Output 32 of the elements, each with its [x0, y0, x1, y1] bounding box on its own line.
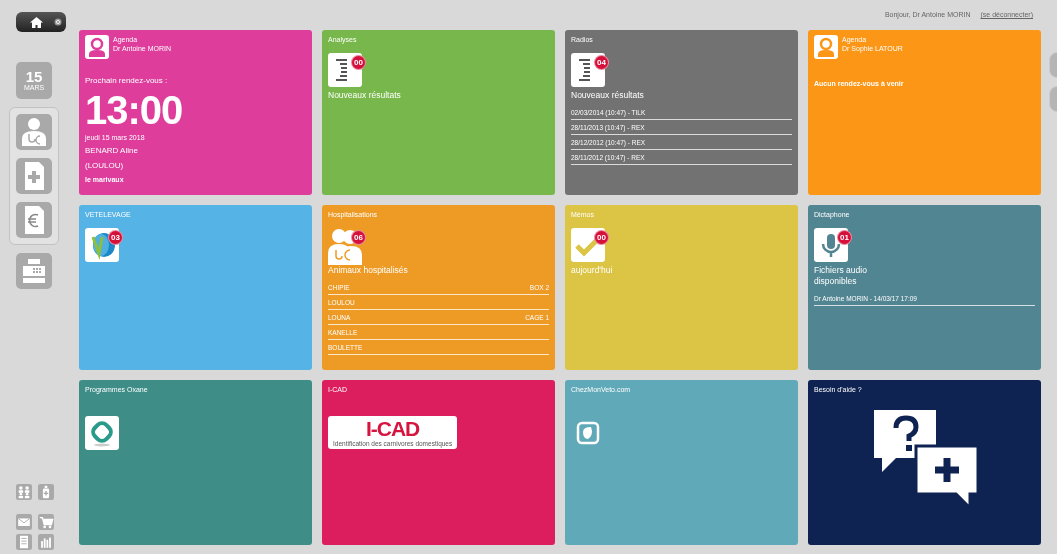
home-button[interactable]	[16, 12, 66, 32]
gear-icon[interactable]	[54, 18, 62, 26]
list-icon[interactable]	[16, 534, 32, 550]
tile-caption: Animaux hospitalisés	[328, 265, 408, 276]
swirl-logo-icon	[85, 228, 119, 262]
count-badge: 06	[351, 230, 366, 245]
checkmark-icon	[571, 228, 605, 262]
tile-caption: Nouveaux résultats	[571, 90, 644, 101]
bar-chart-icon[interactable]	[38, 534, 54, 550]
ring-logo-icon	[85, 416, 119, 450]
mail-icon[interactable]	[16, 514, 32, 530]
appointment-label: Prochain rendez-vous :	[85, 76, 168, 85]
tile-caption: Fichiers audio disponibles	[814, 265, 868, 287]
cash-register-icon[interactable]	[16, 253, 52, 289]
doctor-icon[interactable]	[16, 114, 52, 150]
bottle-icon[interactable]	[38, 484, 54, 500]
document-icon	[328, 53, 362, 87]
home-icon	[30, 16, 43, 28]
medical-document-icon[interactable]	[16, 158, 52, 194]
cart-icon[interactable]	[38, 514, 54, 530]
tile-caption: aujourd'hui	[571, 265, 613, 276]
client-name: BENARD Aline	[85, 145, 138, 156]
tile-caption: Nouveaux résultats	[328, 90, 401, 101]
person-icon	[85, 35, 109, 59]
animal-name: (LOULOU)	[85, 160, 124, 171]
people-icon[interactable]	[16, 484, 32, 500]
appointment-time: 13:00	[85, 89, 183, 131]
document-icon	[571, 53, 605, 87]
microphone-icon	[814, 228, 848, 262]
person-icon	[814, 35, 838, 59]
doctors-icon	[328, 228, 362, 266]
invoice-icon[interactable]	[16, 202, 52, 238]
